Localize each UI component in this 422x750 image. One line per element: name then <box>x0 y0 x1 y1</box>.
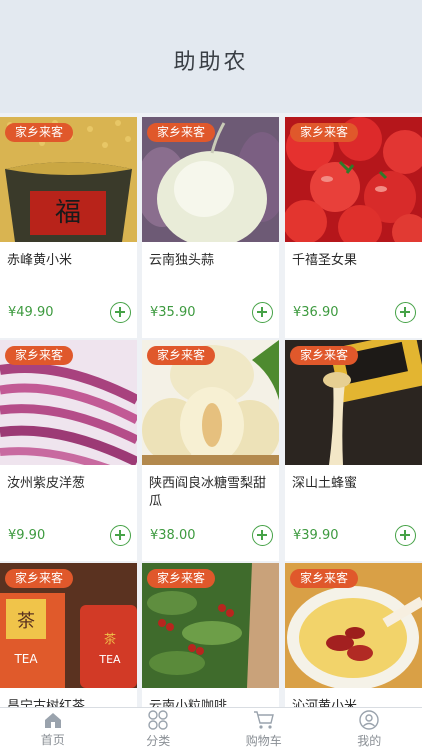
product-card[interactable]: 家乡来客 云南小粒咖啡 <box>142 563 279 707</box>
product-card[interactable]: 家乡来客 云南独头蒜 ¥35.90 <box>142 117 279 338</box>
tab-category[interactable]: 分类 <box>106 708 212 750</box>
add-to-cart-button[interactable] <box>252 525 273 546</box>
product-grid: 福 家乡来客 赤峰黄小米 ¥49.90 家乡来客 云南独头蒜 ¥35.90 家乡… <box>0 117 422 707</box>
product-name[interactable]: 云南小粒咖啡 <box>149 698 273 707</box>
add-to-cart-button[interactable] <box>110 525 131 546</box>
product-card[interactable]: 家乡来客 千禧圣女果 ¥36.90 <box>285 117 422 338</box>
hometown-badge: 家乡来客 <box>147 346 216 365</box>
hometown-badge: 家乡来客 <box>290 123 359 142</box>
cart-icon <box>253 710 274 729</box>
product-card[interactable]: 家乡来客 汝州紫皮洋葱 ¥9.90 <box>0 340 137 561</box>
svg-text:福: 福 <box>55 198 81 228</box>
tab-label: 购物车 <box>245 733 282 748</box>
product-name[interactable]: 沁河黄小米 <box>292 698 416 707</box>
tab-label: 首页 <box>40 732 65 747</box>
product-name[interactable]: 昌宁古树红茶 <box>7 698 131 707</box>
add-to-cart-button[interactable] <box>110 302 131 323</box>
category-icon <box>148 709 168 730</box>
add-to-cart-button[interactable] <box>395 525 416 546</box>
tab-label: 分类 <box>146 733 171 748</box>
product-card[interactable]: 茶 TEA 茶 TEA 家乡来客 昌宁古树红茶 <box>0 563 137 707</box>
tab-home[interactable]: 首页 <box>0 708 106 750</box>
hometown-badge: 家乡来客 <box>5 346 74 365</box>
hometown-badge: 家乡来客 <box>5 123 74 142</box>
app-header: 助助农 <box>0 0 422 113</box>
product-card[interactable]: 福 家乡来客 赤峰黄小米 ¥49.90 <box>0 117 137 338</box>
page-title: 助助农 <box>173 49 249 75</box>
svg-text:TEA: TEA <box>98 653 121 666</box>
hometown-badge: 家乡来客 <box>290 569 359 588</box>
add-to-cart-button[interactable] <box>252 302 273 323</box>
product-card[interactable]: 家乡来客 沁河黄小米 <box>285 563 422 707</box>
tab-profile[interactable]: 我的 <box>317 708 422 750</box>
product-name[interactable]: 赤峰黄小米 <box>7 252 131 270</box>
product-name[interactable]: 深山土蜂蜜 <box>292 475 416 493</box>
svg-text:茶: 茶 <box>104 631 116 646</box>
product-card[interactable]: 家乡来客 陕西阎良冰糖雪梨甜瓜 ¥38.00 <box>142 340 279 561</box>
product-price: ¥49.90 <box>8 305 54 320</box>
product-name[interactable]: 陕西阎良冰糖雪梨甜瓜 <box>149 475 273 511</box>
hometown-badge: 家乡来客 <box>290 346 359 365</box>
svg-text:茶: 茶 <box>17 611 35 632</box>
product-price: ¥38.00 <box>150 528 196 543</box>
hometown-badge: 家乡来客 <box>147 569 216 588</box>
add-to-cart-button[interactable] <box>395 302 416 323</box>
home-icon <box>44 712 61 728</box>
hometown-badge: 家乡来客 <box>5 569 74 588</box>
hometown-badge: 家乡来客 <box>147 123 216 142</box>
tab-label: 我的 <box>357 733 382 748</box>
profile-icon <box>359 709 379 730</box>
svg-text:TEA: TEA <box>13 652 38 666</box>
product-price: ¥39.90 <box>293 528 339 543</box>
bottom-tab-bar: 首页 分类 购物车 我的 <box>0 707 422 750</box>
product-price: ¥9.90 <box>8 528 46 543</box>
product-name[interactable]: 千禧圣女果 <box>292 252 416 270</box>
product-price: ¥36.90 <box>293 305 339 320</box>
product-name[interactable]: 汝州紫皮洋葱 <box>7 475 131 493</box>
product-price: ¥35.90 <box>150 305 196 320</box>
product-card[interactable]: 家乡来客 深山土蜂蜜 ¥39.90 <box>285 340 422 561</box>
product-name[interactable]: 云南独头蒜 <box>149 252 273 270</box>
tab-cart[interactable]: 购物车 <box>211 708 317 750</box>
